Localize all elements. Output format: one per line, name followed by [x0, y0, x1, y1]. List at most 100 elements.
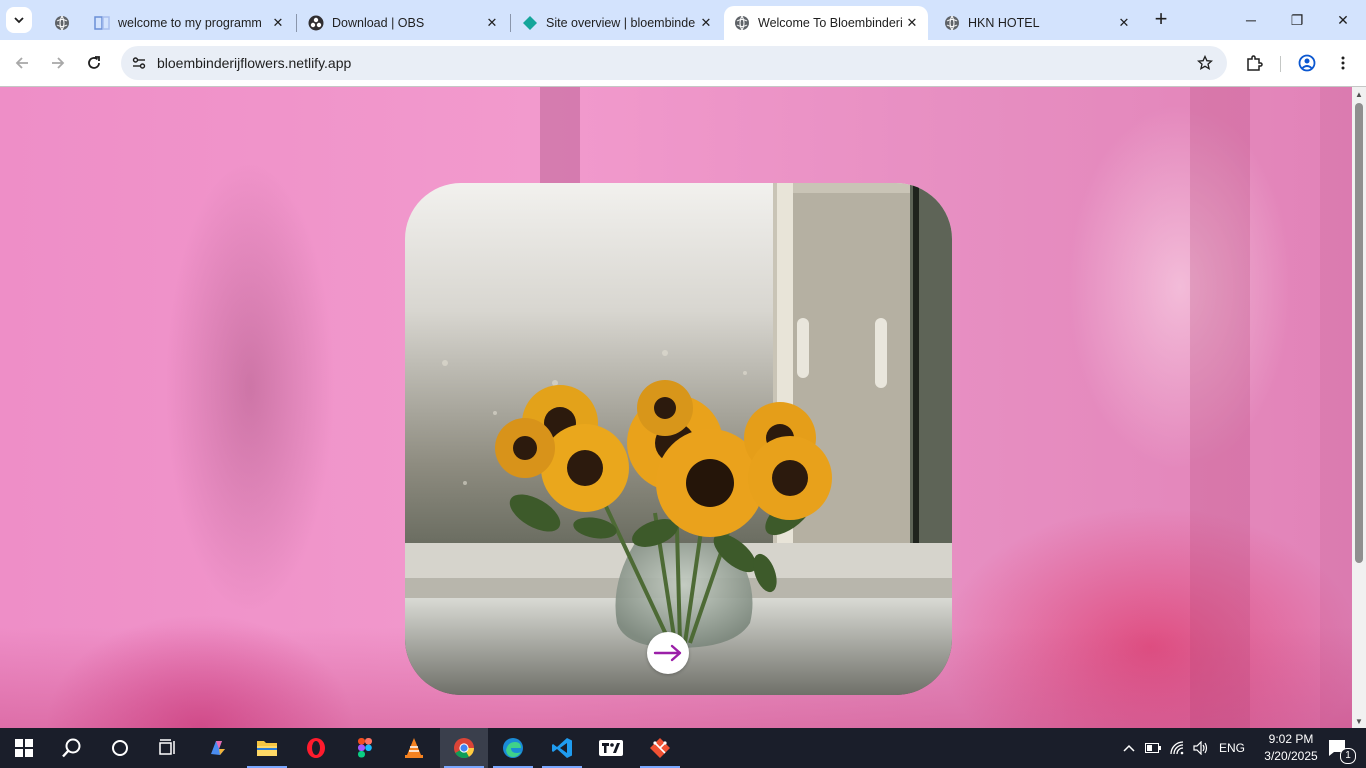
scroll-down-icon[interactable]: ▼: [1352, 714, 1366, 728]
notification-count-badge: 1: [1340, 748, 1356, 764]
background-decor: [540, 87, 580, 187]
taskbar-app-chrome[interactable]: [440, 728, 488, 768]
taskbar-app-edge[interactable]: [489, 728, 537, 768]
back-button[interactable]: [8, 49, 36, 77]
tab-strip: welcome to my programm ✕ Download | OBS …: [0, 0, 1366, 40]
cortana-ring-icon: [112, 740, 128, 756]
hero-image-card: [405, 183, 952, 695]
notification-center-button[interactable]: 1: [1318, 728, 1358, 768]
cortana-button[interactable]: [96, 728, 144, 768]
copilot-icon: [211, 741, 225, 755]
toolbar-divider: [1280, 56, 1281, 72]
close-icon[interactable]: ✕: [268, 13, 288, 33]
scroll-up-icon[interactable]: ▲: [1352, 87, 1366, 101]
url-text[interactable]: bloembinderijflowers.netlify.app: [157, 55, 351, 71]
taskbar-app-vscode[interactable]: [538, 728, 586, 768]
close-icon[interactable]: ✕: [902, 13, 922, 33]
tab-title: welcome to my programm: [118, 16, 262, 30]
tab-pinned[interactable]: [44, 6, 76, 40]
taskbar-app-copilot[interactable]: [194, 728, 242, 768]
task-view-button[interactable]: [144, 728, 192, 768]
tab-title: Download | OBS: [332, 16, 425, 30]
puzzle-icon: [1247, 55, 1263, 71]
sunflower-vase-photo: [405, 183, 952, 695]
taskbar-app-opera[interactable]: [292, 728, 340, 768]
taskbar-app-file-explorer[interactable]: [243, 728, 291, 768]
new-tab-button[interactable]: +: [1150, 8, 1172, 31]
wifi-icon: [1170, 741, 1184, 755]
site-info-icon[interactable]: [129, 53, 149, 73]
page-viewport: [0, 87, 1352, 728]
page-scrollbar[interactable]: ▲ ▼: [1352, 87, 1366, 728]
chevron-down-icon: [14, 17, 24, 24]
document-icon: [94, 15, 110, 31]
volume-indicator[interactable]: [1190, 728, 1212, 768]
clock[interactable]: 9:02 PM 3/20/2025: [1262, 731, 1320, 765]
minimize-button[interactable]: ─: [1228, 0, 1274, 40]
browser-menu-button[interactable]: [1329, 49, 1357, 77]
obs-icon: [308, 15, 324, 31]
close-window-button[interactable]: ✕: [1320, 0, 1366, 40]
globe-icon: [734, 15, 750, 31]
tab-welcome-programm[interactable]: welcome to my programm ✕: [84, 6, 294, 40]
chrome-icon: [454, 738, 475, 759]
git-diamond-icon: [650, 738, 670, 758]
windows-taskbar: ENG 9:02 PM 3/20/2025 1: [0, 728, 1366, 768]
battery-indicator[interactable]: [1142, 728, 1164, 768]
tray-overflow-button[interactable]: [1118, 728, 1140, 768]
windows-logo-icon: [15, 739, 33, 757]
globe-icon: [54, 15, 70, 31]
tab-title: HKN HOTEL: [968, 16, 1040, 30]
tab-title: Welcome To Bloembinderij: [758, 16, 902, 30]
arrow-left-icon: [15, 57, 28, 69]
start-button[interactable]: [0, 728, 48, 768]
tradingview-icon: [599, 740, 623, 756]
close-icon[interactable]: ✕: [1114, 13, 1134, 33]
language-indicator[interactable]: ENG: [1219, 741, 1245, 755]
globe-icon: [944, 15, 960, 31]
taskbar-app-figma[interactable]: [341, 728, 389, 768]
arrow-right-icon: [52, 57, 65, 69]
search-button[interactable]: [48, 728, 96, 768]
netlify-icon: [522, 15, 538, 31]
browser-toolbar: bloembinderijflowers.netlify.app: [0, 40, 1366, 87]
taskbar-app-tradingview[interactable]: [587, 728, 635, 768]
reload-icon: [88, 56, 100, 69]
forward-button[interactable]: [44, 49, 72, 77]
kebab-menu-icon: [1341, 56, 1345, 70]
tab-hkn-hotel[interactable]: HKN HOTEL ✕: [934, 6, 1140, 40]
account-circle-icon: [1298, 54, 1316, 72]
edge-icon: [503, 738, 523, 758]
next-button[interactable]: [647, 632, 689, 674]
profile-button[interactable]: [1293, 49, 1321, 77]
maximize-button[interactable]: ❐: [1274, 0, 1320, 40]
tab-divider: [510, 14, 511, 32]
task-view-icon: [159, 739, 175, 755]
tab-obs[interactable]: Download | OBS ✕: [298, 6, 508, 40]
taskbar-app-git[interactable]: [636, 728, 684, 768]
tab-site-overview[interactable]: Site overview | bloembinde ✕: [512, 6, 722, 40]
reload-button[interactable]: [80, 49, 108, 77]
speaker-icon: [1193, 741, 1208, 755]
chevron-up-icon: [1123, 744, 1135, 752]
folder-icon: [257, 741, 277, 756]
bookmark-star-icon[interactable]: [1195, 53, 1215, 73]
taskbar-app-vlc[interactable]: [390, 728, 438, 768]
extensions-button[interactable]: [1240, 49, 1268, 77]
vscode-icon: [552, 738, 572, 758]
address-bar[interactable]: bloembinderijflowers.netlify.app: [121, 46, 1227, 80]
clock-time: 9:02 PM: [1268, 732, 1314, 746]
figma-icon: [358, 738, 372, 758]
opera-icon: [307, 738, 325, 758]
arrow-right-icon: [653, 644, 682, 662]
tab-divider: [296, 14, 297, 32]
network-indicator[interactable]: [1166, 728, 1188, 768]
tab-search-button[interactable]: [6, 7, 32, 33]
clock-date: 3/20/2025: [1264, 749, 1318, 763]
tab-bloembinderij[interactable]: Welcome To Bloembinderij ✕: [724, 6, 928, 40]
close-icon[interactable]: ✕: [696, 13, 716, 33]
search-icon: [62, 738, 81, 758]
scrollbar-thumb[interactable]: [1355, 103, 1363, 563]
tab-title: Site overview | bloembinde: [546, 16, 696, 30]
close-icon[interactable]: ✕: [482, 13, 502, 33]
